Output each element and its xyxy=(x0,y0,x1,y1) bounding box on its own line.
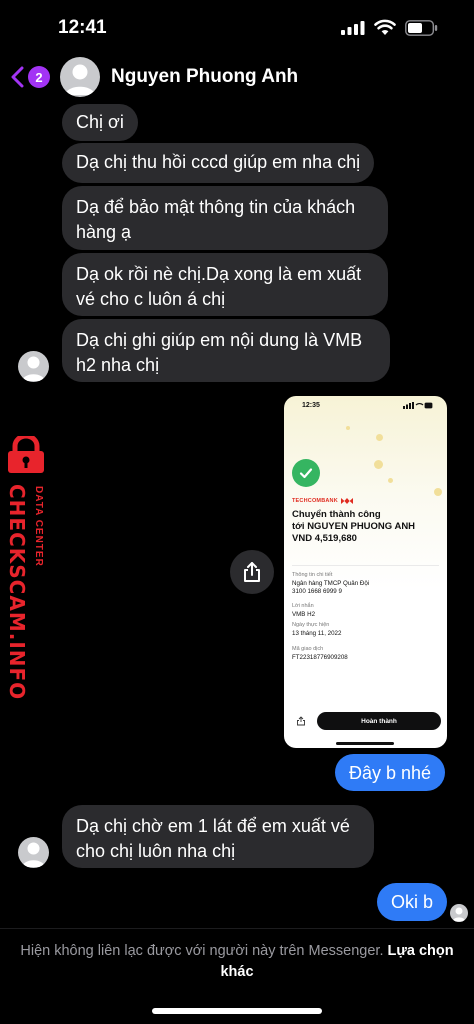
share-icon xyxy=(297,716,305,726)
incoming-message[interactable]: Dạ để bảo mật thông tin của khách hàng ạ xyxy=(62,186,388,250)
transfer-receipt-image[interactable]: 12:35 TECHCOMBANK Chuyển thành công tới … xyxy=(284,396,447,748)
battery-icon xyxy=(405,20,438,36)
receipt-title-line1: Chuyển thành công xyxy=(292,509,381,520)
avatar-icon xyxy=(22,356,45,381)
back-chevron-icon xyxy=(11,66,24,88)
incoming-message[interactable]: Dạ ok rồi nè chị.Dạ xong là em xuất vé c… xyxy=(62,253,388,316)
receipt-title: Chuyển thành công tới NGUYEN PHUONG ANH … xyxy=(292,509,442,545)
contact-avatar[interactable] xyxy=(60,57,100,97)
outgoing-message[interactable]: Oki b xyxy=(377,883,448,921)
watermark-main-text: CHECKSCAM.INFO xyxy=(5,484,29,701)
status-bar: 12:41 xyxy=(0,0,474,54)
recipient-bank: Ngân hàng TMCP Quân Đội xyxy=(292,580,370,587)
transaction-id: FT22318776909208 xyxy=(292,654,348,661)
outgoing-message[interactable]: Đây b nhé xyxy=(335,754,446,791)
incoming-message[interactable]: Dạ chị chờ em 1 lát để em xuất vé cho ch… xyxy=(62,805,374,868)
date-value: 13 tháng 11, 2022 xyxy=(292,630,342,637)
incoming-message[interactable]: Dạ chị thu hồi cccd giúp em nha chị xyxy=(62,143,375,183)
confetti-dot xyxy=(346,426,350,430)
share-button[interactable] xyxy=(230,550,274,594)
sender-avatar[interactable] xyxy=(18,837,49,868)
receipt-title-line2: tới NGUYEN PHUONG ANH xyxy=(292,521,416,532)
status-time: 12:41 xyxy=(58,17,107,38)
unavailable-notice: Hiện không liên lạc được với người này t… xyxy=(20,941,454,983)
date-label: Ngày thực hiện xyxy=(292,622,330,628)
transaction-label: Mã giao dịch xyxy=(292,646,324,652)
signal-icon xyxy=(341,21,365,35)
conversation-header: 2 Nguyen Phuong Anh xyxy=(0,54,474,102)
lock-icon xyxy=(8,436,44,473)
done-button: Hoàn thành xyxy=(317,712,441,730)
sender-avatar[interactable] xyxy=(18,351,49,382)
receipt-amount: VND 4,519,680 xyxy=(292,533,357,544)
message-value: VMB H2 xyxy=(292,611,316,618)
confetti-dot xyxy=(434,488,442,496)
home-indicator[interactable] xyxy=(152,1008,322,1014)
check-icon xyxy=(299,468,313,479)
confetti-dot xyxy=(376,434,383,441)
receipt-status-icons xyxy=(403,402,433,409)
success-check xyxy=(292,459,320,487)
bank-logo: TECHCOMBANK xyxy=(292,497,353,505)
unavailable-notice-text: Hiện không liên lạc được với người này t… xyxy=(20,943,384,959)
share-icon xyxy=(244,562,260,582)
confetti-dot xyxy=(374,460,383,469)
wifi-icon xyxy=(374,19,396,35)
footer-divider xyxy=(0,928,474,929)
watermark-sub-text: DATA CENTER xyxy=(33,486,44,567)
receipt-home-indicator xyxy=(336,742,394,745)
bank-logo-mark xyxy=(340,498,353,504)
receipt-divider xyxy=(292,565,439,566)
avatar-icon xyxy=(22,842,45,867)
confetti-dot xyxy=(388,478,393,483)
incoming-message[interactable]: Dạ chị ghi giúp em nội dung là VMB h2 nh… xyxy=(62,319,390,382)
checkscam-watermark: CHECKSCAM.INFO DATA CENTER xyxy=(0,436,56,701)
avatar-icon xyxy=(65,64,95,95)
recipient-label: Thông tin chi tiết xyxy=(292,572,333,578)
avatar-icon xyxy=(452,907,466,922)
unread-count-badge: 2 xyxy=(28,66,50,88)
seen-receipt-avatar xyxy=(450,904,468,922)
receipt-status-time: 12:35 xyxy=(302,402,320,409)
recipient-account: 3100 1668 6999 9 xyxy=(292,588,342,595)
back-button[interactable]: 2 xyxy=(10,62,52,92)
bank-logo-text: TECHCOMBANK xyxy=(292,498,338,504)
recipient-info: Ngân hàng TMCP Quân Đội 3100 1668 6999 9 xyxy=(292,580,369,596)
incoming-message[interactable]: Chị ơi xyxy=(62,104,138,141)
contact-name[interactable]: Nguyen Phuong Anh xyxy=(111,66,298,88)
message-label: Lời nhắn xyxy=(292,603,314,609)
